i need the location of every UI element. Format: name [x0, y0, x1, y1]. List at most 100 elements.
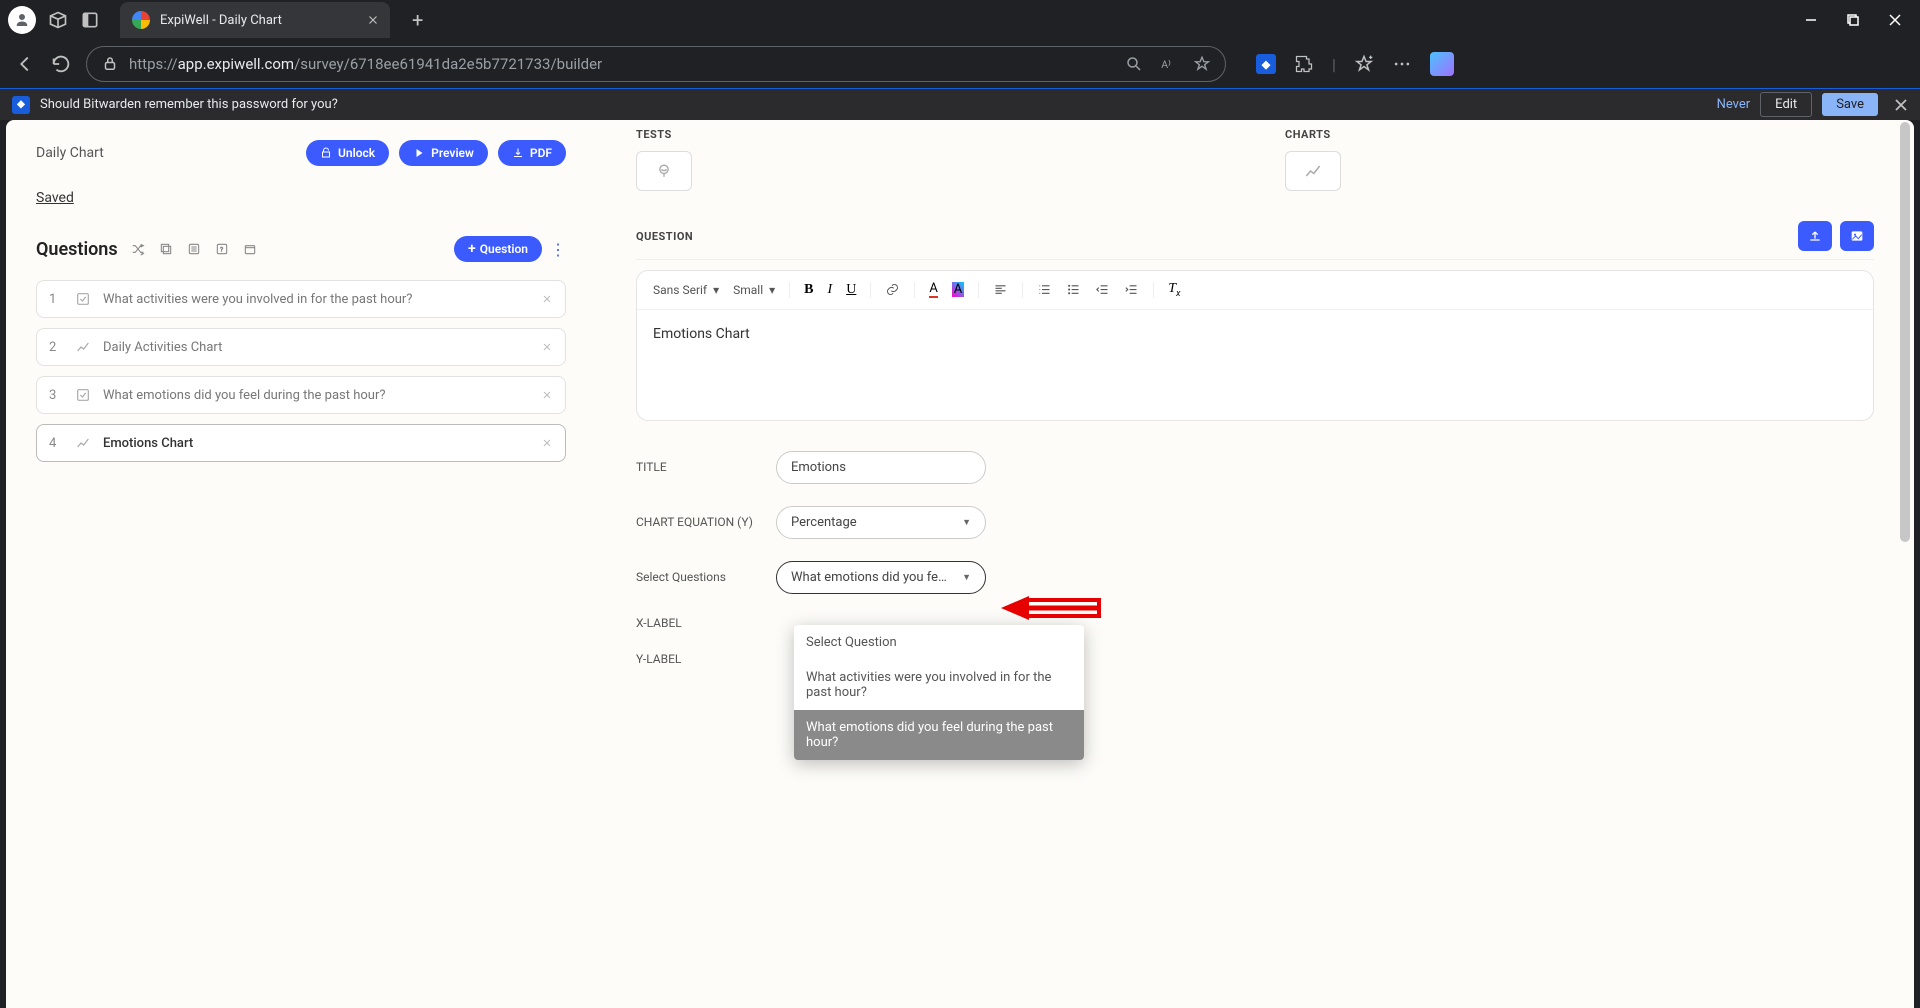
- title-label: TITLE: [636, 460, 776, 474]
- bitwarden-extension-icon[interactable]: ◆: [1256, 54, 1276, 74]
- annotation-arrow: [1001, 588, 1101, 632]
- favorite-icon[interactable]: [1193, 55, 1211, 73]
- svg-text:A⁾: A⁾: [1161, 58, 1171, 71]
- italic-button[interactable]: I: [828, 282, 833, 298]
- address-bar[interactable]: https://app.expiwell.com/survey/6718ee61…: [86, 46, 1226, 82]
- select-questions-dropdown[interactable]: What emotions did you feel during ...▼: [776, 561, 986, 594]
- question-text: What emotions did you feel during the pa…: [103, 388, 529, 403]
- charts-chip[interactable]: [1285, 151, 1341, 191]
- dropdown-option-2[interactable]: What emotions did you feel during the pa…: [794, 710, 1084, 760]
- favorites-bar-icon[interactable]: [1354, 54, 1374, 74]
- copilot-icon[interactable]: [1430, 52, 1454, 76]
- saved-status[interactable]: Saved: [36, 190, 566, 206]
- browser-toolbar: https://app.expiwell.com/survey/6718ee61…: [0, 40, 1920, 88]
- scrollbar[interactable]: [1898, 120, 1912, 1008]
- editor-body[interactable]: Emotions Chart: [637, 310, 1873, 420]
- workspaces-icon[interactable]: [48, 10, 68, 30]
- app-viewport: Daily Chart Unlock Preview PDF Saved Que…: [6, 120, 1914, 1008]
- window-maximize-icon[interactable]: [1846, 13, 1860, 27]
- infobar-save-button[interactable]: Save: [1822, 93, 1878, 116]
- infobar-text: Should Bitwarden remember this password …: [40, 97, 338, 112]
- browser-titlebar: ExpiWell - Daily Chart +: [0, 0, 1920, 40]
- indent-button[interactable]: [1124, 282, 1139, 297]
- back-button[interactable]: [14, 53, 36, 75]
- help-icon[interactable]: ?: [214, 241, 230, 257]
- chart-icon: [75, 339, 91, 355]
- list-icon[interactable]: [186, 241, 202, 257]
- question-item-2[interactable]: 2 Daily Activities Chart: [36, 328, 566, 366]
- bitwarden-infobar-icon: ◆: [12, 96, 30, 114]
- site-info-icon[interactable]: [101, 55, 119, 73]
- questions-more-icon[interactable]: ⋮: [550, 240, 566, 259]
- right-panel: TESTS CHARTS QUESTION: [596, 120, 1914, 1008]
- window-minimize-icon[interactable]: [1804, 13, 1818, 27]
- new-tab-button[interactable]: +: [412, 8, 423, 32]
- checkbox-icon: [75, 291, 91, 307]
- font-family-select[interactable]: Sans Serif ▾: [653, 283, 719, 297]
- x-label: X-LABEL: [636, 616, 776, 630]
- title-input[interactable]: [776, 451, 986, 484]
- preview-button[interactable]: Preview: [399, 140, 488, 166]
- remove-question-icon[interactable]: [541, 389, 553, 401]
- extensions-icon[interactable]: [1294, 54, 1314, 74]
- outdent-button[interactable]: [1095, 282, 1110, 297]
- shuffle-icon[interactable]: [130, 241, 146, 257]
- chart-equation-label: CHART EQUATION (Y): [636, 515, 776, 529]
- question-text: What activities were you involved in for…: [103, 292, 529, 307]
- remove-question-icon[interactable]: [541, 437, 553, 449]
- question-item-3[interactable]: 3 What emotions did you feel during the …: [36, 376, 566, 414]
- tests-chip[interactable]: [636, 151, 692, 191]
- remove-question-icon[interactable]: [541, 341, 553, 353]
- remove-question-icon[interactable]: [541, 293, 553, 305]
- align-button[interactable]: [993, 282, 1008, 297]
- tab-close-icon[interactable]: [366, 13, 380, 27]
- dropdown-option-1[interactable]: What activities were you involved in for…: [794, 660, 1084, 710]
- more-menu-icon[interactable]: [1392, 54, 1412, 74]
- pdf-button[interactable]: PDF: [498, 140, 566, 166]
- zoom-icon[interactable]: [1125, 55, 1143, 73]
- tests-label: TESTS: [636, 128, 1225, 141]
- unlock-button[interactable]: Unlock: [306, 140, 389, 166]
- checkbox-icon: [75, 387, 91, 403]
- infobar-never-link[interactable]: Never: [1717, 97, 1751, 112]
- unordered-list-button[interactable]: [1066, 282, 1081, 297]
- question-number: 4: [49, 436, 63, 451]
- browser-tab[interactable]: ExpiWell - Daily Chart: [120, 2, 390, 38]
- select-questions-menu: Select Question What activities were you…: [794, 625, 1084, 760]
- read-aloud-icon[interactable]: A⁾: [1159, 55, 1177, 73]
- link-button[interactable]: [885, 282, 900, 297]
- y-label: Y-LABEL: [636, 652, 776, 666]
- infobar-edit-button[interactable]: Edit: [1760, 92, 1812, 117]
- font-size-select[interactable]: Small ▾: [733, 283, 775, 297]
- charts-label: CHARTS: [1285, 128, 1874, 141]
- editor-toolbar: Sans Serif ▾ Small ▾ B I U A A: [637, 271, 1873, 310]
- bold-button[interactable]: B: [804, 282, 813, 298]
- question-item-4[interactable]: 4 Emotions Chart: [36, 424, 566, 462]
- clear-format-button[interactable]: Tx: [1168, 281, 1180, 299]
- profile-avatar[interactable]: [8, 6, 36, 34]
- underline-button[interactable]: U: [846, 282, 856, 298]
- ordered-list-button[interactable]: [1037, 282, 1052, 297]
- question-list: 1 What activities were you involved in f…: [36, 280, 566, 462]
- add-question-button[interactable]: +Question: [454, 236, 542, 262]
- text-color-button[interactable]: A: [929, 281, 937, 298]
- image-button[interactable]: [1840, 221, 1874, 251]
- svg-text:?: ?: [220, 246, 223, 254]
- chart-equation-select[interactable]: Percentage▼: [776, 506, 986, 539]
- tab-actions-icon[interactable]: [80, 10, 100, 30]
- archive-icon[interactable]: [242, 241, 258, 257]
- url-text: https://app.expiwell.com/survey/6718ee61…: [129, 55, 602, 73]
- question-number: 1: [49, 292, 63, 307]
- question-text: Daily Activities Chart: [103, 340, 529, 355]
- question-section-label: QUESTION: [636, 230, 693, 243]
- upload-media-button[interactable]: [1798, 221, 1832, 251]
- window-close-icon[interactable]: [1888, 13, 1902, 27]
- infobar-close-icon[interactable]: [1894, 98, 1908, 112]
- survey-title: Daily Chart: [36, 145, 104, 161]
- question-item-1[interactable]: 1 What activities were you involved in f…: [36, 280, 566, 318]
- refresh-button[interactable]: [50, 53, 72, 75]
- left-panel: Daily Chart Unlock Preview PDF Saved Que…: [6, 120, 596, 1008]
- highlight-button[interactable]: A: [952, 282, 964, 297]
- bitwarden-infobar: ◆ Should Bitwarden remember this passwor…: [0, 88, 1920, 120]
- copy-icon[interactable]: [158, 241, 174, 257]
